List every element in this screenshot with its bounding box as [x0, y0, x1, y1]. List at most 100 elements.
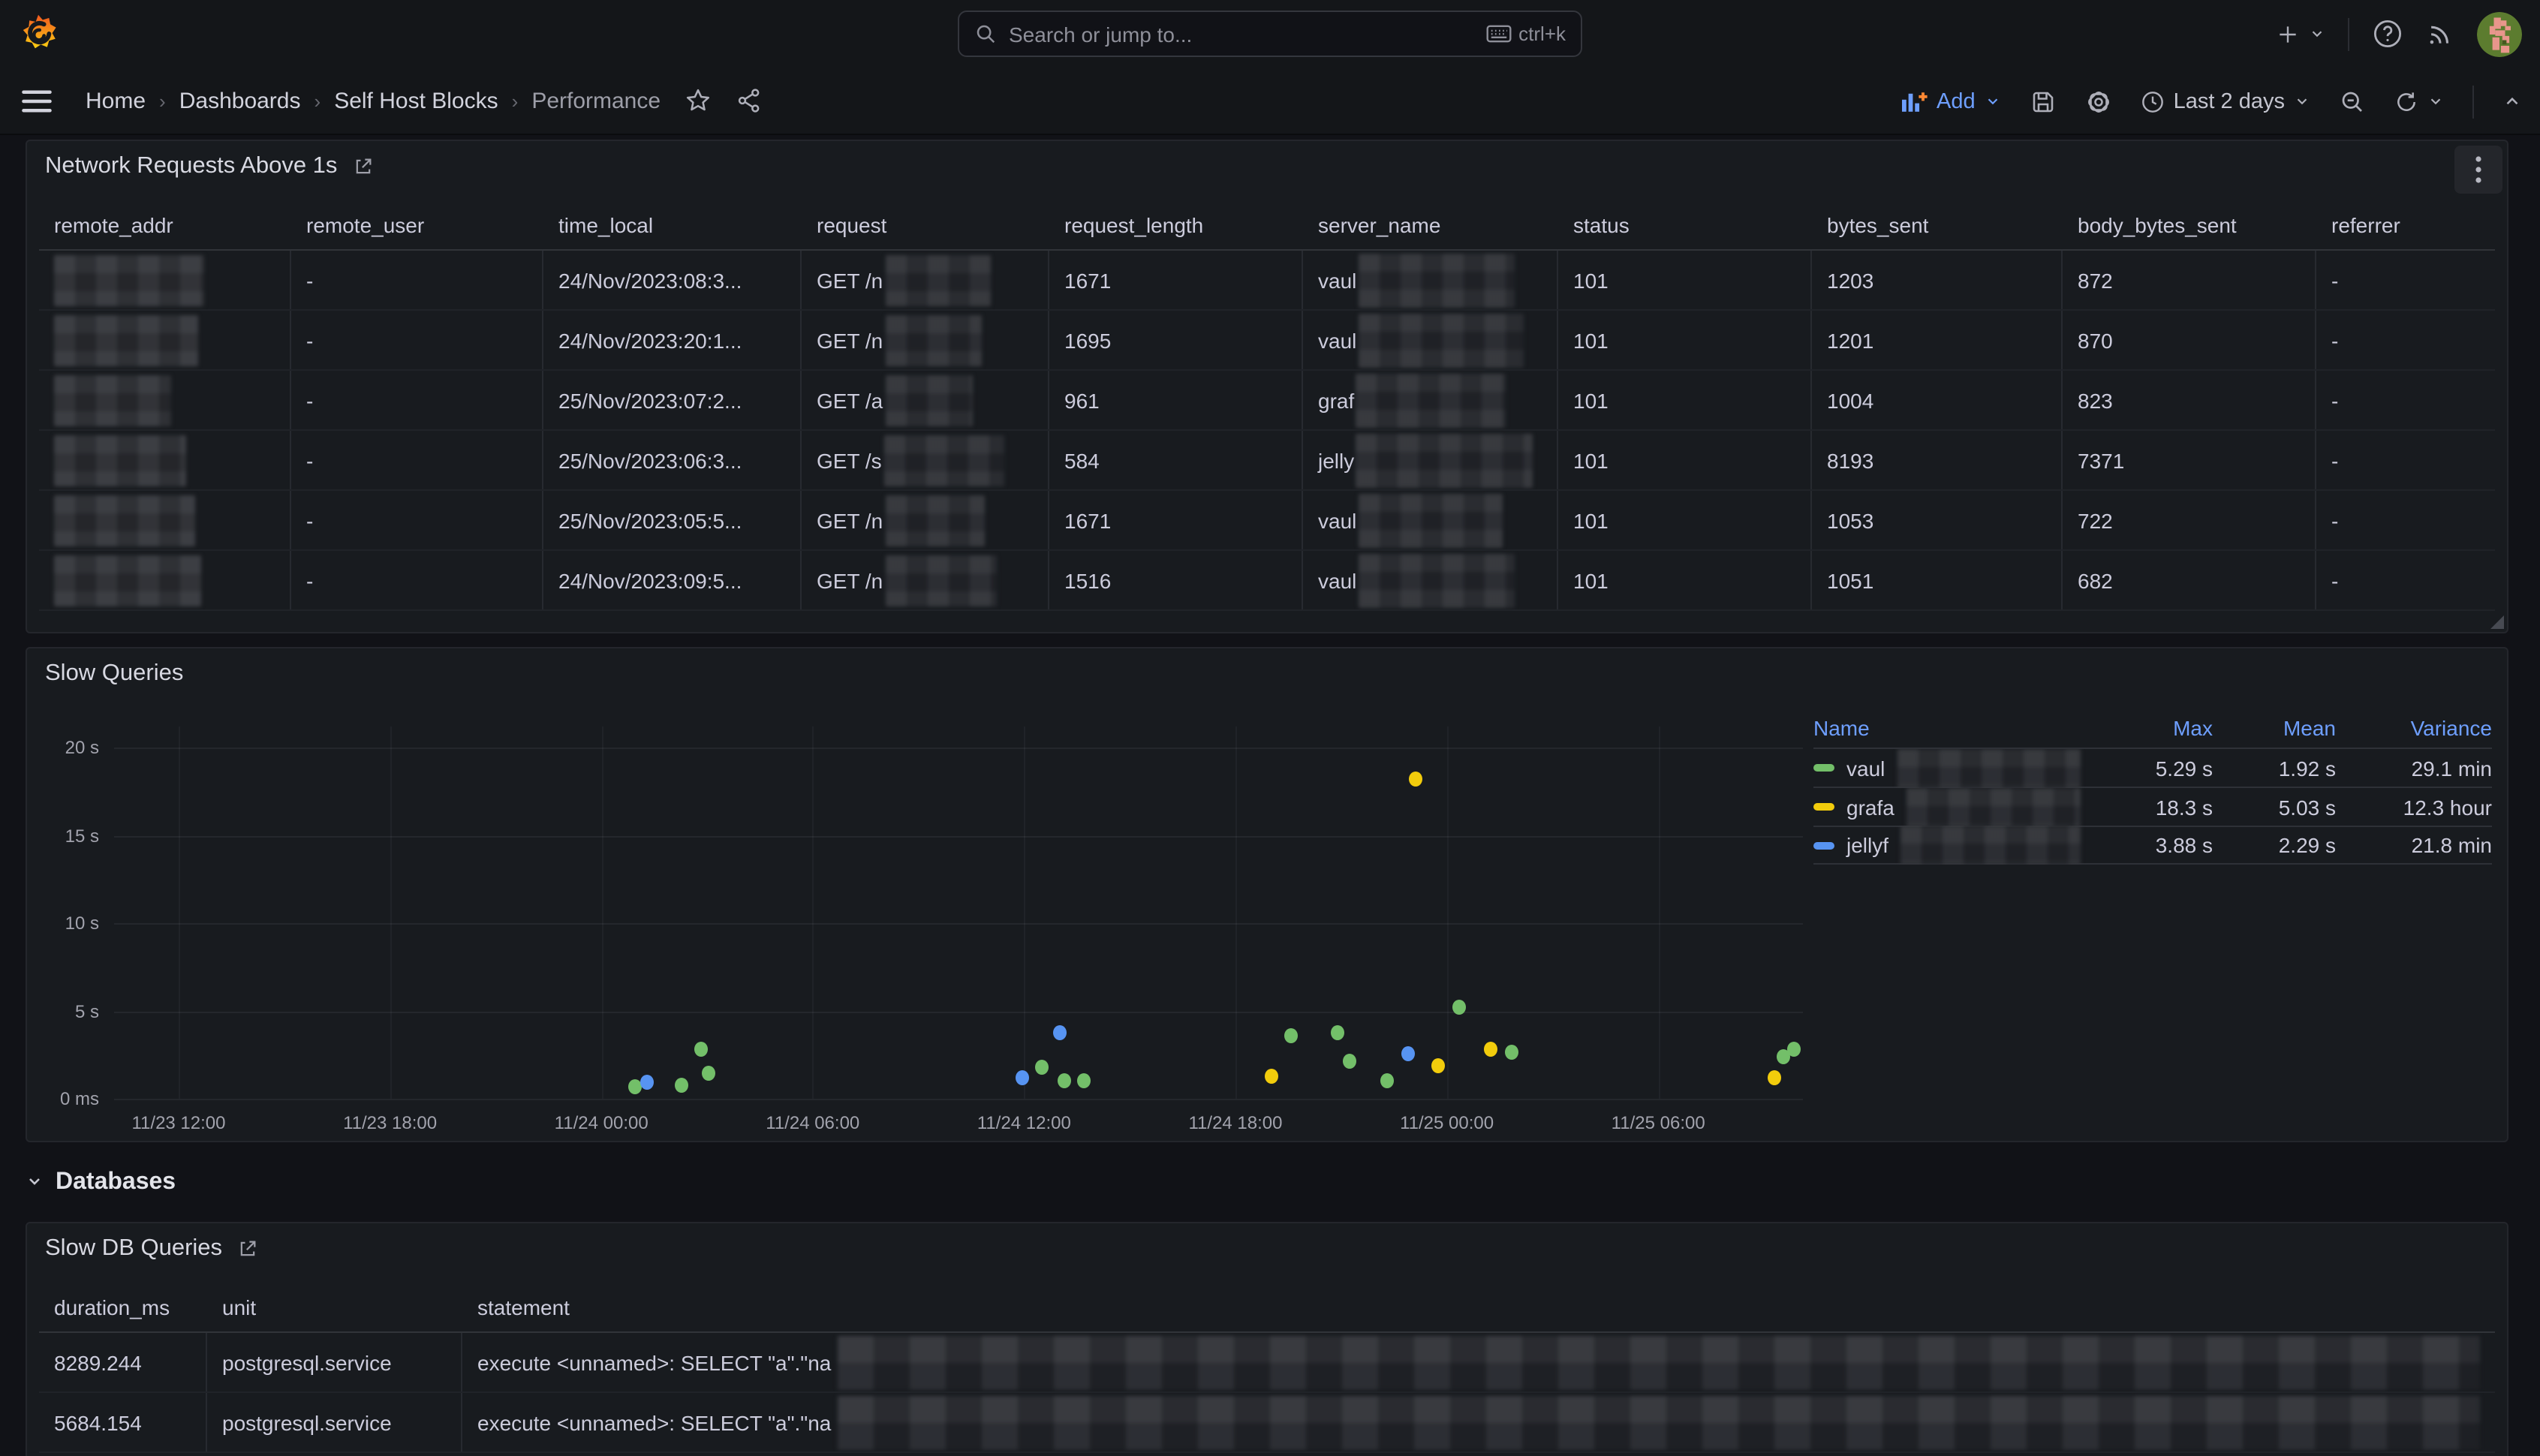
- column-header-referrer[interactable]: referrer: [2316, 201, 2495, 249]
- request-prefix: GET /n: [817, 508, 883, 532]
- column-header-body_bytes_sent[interactable]: body_bytes_sent: [2063, 201, 2316, 249]
- column-header-time_local[interactable]: time_local: [543, 201, 802, 249]
- save-dashboard-button[interactable]: [2030, 88, 2057, 115]
- add-panel-button[interactable]: Add: [1900, 89, 2001, 113]
- external-link-icon[interactable]: [237, 1238, 258, 1259]
- table-header-row: duration_msunitstatement: [39, 1283, 2495, 1333]
- legend-name-prefix: vaul: [1846, 756, 1885, 780]
- panel-title[interactable]: Network Requests Above 1s: [45, 153, 337, 180]
- cell-unit: postgresql.service: [207, 1393, 462, 1451]
- top-nav-bar: ctrl+k: [0, 0, 2540, 68]
- panel-network-requests: Network Requests Above 1s remote_addrrem…: [26, 140, 2508, 633]
- legend-sort-max[interactable]: Max: [2096, 716, 2213, 740]
- menu-toggle-button[interactable]: [21, 88, 53, 113]
- legend-color-chip: [1813, 803, 1834, 811]
- legend-max-value: 5.29 s: [2096, 756, 2213, 780]
- star-button[interactable]: [685, 87, 712, 114]
- dashboard-settings-button[interactable]: [2085, 88, 2112, 115]
- x-gridline: [1658, 726, 1660, 1099]
- cell-body-bytes-sent: 722: [2063, 491, 2316, 549]
- column-header-remote_addr[interactable]: remote_addr: [39, 201, 291, 249]
- table-row: 8289.244postgresql.serviceexecute <unnam…: [39, 1333, 2495, 1393]
- help-button[interactable]: [2372, 18, 2403, 50]
- external-link-icon[interactable]: [352, 156, 373, 177]
- cell-bytes-sent: 1201: [1812, 311, 2063, 369]
- legend-series-name[interactable]: jellyf: [1813, 826, 2096, 865]
- redacted-value: [1356, 433, 1533, 487]
- scatter-point-vault: [1332, 1024, 1345, 1039]
- news-rss-button[interactable]: [2426, 20, 2454, 48]
- y-axis-tick-label: 5 s: [75, 1000, 99, 1021]
- scatter-point-grafana: [1432, 1059, 1446, 1074]
- scatter-point-jellyfin: [1401, 1045, 1415, 1060]
- scatter-point-vault: [1343, 1054, 1356, 1069]
- breadcrumb-item-self-host-blocks[interactable]: Self Host Blocks: [334, 88, 498, 113]
- column-header-bytes_sent[interactable]: bytes_sent: [1812, 201, 2063, 249]
- redacted-value: [1358, 253, 1514, 307]
- legend-sort-variance[interactable]: Variance: [2336, 716, 2492, 740]
- cell-unit: postgresql.service: [207, 1333, 462, 1391]
- cell-request: GET /a: [802, 371, 1049, 429]
- scatter-point-grafana: [1484, 1042, 1497, 1057]
- grafana-app: ctrl+k: [0, 0, 2540, 1456]
- table-row: 5684.154postgresql.service execute <unnam…: [39, 1393, 2495, 1453]
- chevron-down-icon: [2309, 26, 2325, 42]
- cell-referrer: -: [2316, 551, 2495, 609]
- kebab-icon: [2475, 156, 2481, 183]
- legend-sort-name[interactable]: Name: [1813, 716, 1870, 740]
- chevron-down-icon: [2294, 93, 2310, 110]
- panel-title[interactable]: Slow Queries: [45, 660, 183, 687]
- legend-series-name[interactable]: vaul: [1813, 748, 2096, 787]
- network-requests-table: remote_addrremote_usertime_localrequestr…: [39, 201, 2495, 611]
- column-header-statement[interactable]: statement: [462, 1283, 2495, 1331]
- breadcrumb-item-home[interactable]: Home: [86, 88, 146, 113]
- time-range-picker[interactable]: Last 2 days: [2141, 89, 2310, 113]
- refresh-button[interactable]: [2394, 89, 2444, 113]
- divider: [2348, 17, 2349, 50]
- legend-row: jellyf3.88 s2.29 s21.8 min: [1813, 826, 2492, 865]
- new-button[interactable]: [2276, 22, 2325, 46]
- scatter-point-vault: [1035, 1060, 1049, 1075]
- column-header-duration_ms[interactable]: duration_ms: [39, 1283, 207, 1331]
- cell-status: 101: [1558, 371, 1812, 429]
- cell-server-name: vaul: [1303, 491, 1558, 549]
- grafana-logo-icon[interactable]: [18, 14, 59, 54]
- legend-series-name[interactable]: grafa: [1813, 787, 2096, 826]
- user-avatar[interactable]: [2477, 11, 2522, 56]
- cell-time-local: 25/Nov/2023:06:3...: [543, 431, 802, 489]
- legend-sort-mean[interactable]: Mean: [2213, 716, 2336, 740]
- breadcrumb-item-performance[interactable]: Performance: [531, 88, 661, 113]
- redacted-value: [1358, 313, 1523, 367]
- redacted-value: [886, 314, 982, 366]
- column-header-request_length[interactable]: request_length: [1049, 201, 1303, 249]
- legend-name-prefix: jellyf: [1846, 833, 1888, 857]
- cell-remote-addr: [39, 371, 291, 429]
- scatter-point-vault: [1505, 1044, 1518, 1059]
- search-input[interactable]: [1009, 22, 1473, 46]
- table-row: -24/Nov/2023:08:3...GET /n1671vaul101120…: [39, 251, 2495, 311]
- column-header-remote_user[interactable]: remote_user: [291, 201, 543, 249]
- y-axis-tick-label: 10 s: [65, 913, 99, 934]
- scatter-point-grafana: [1409, 771, 1422, 786]
- breadcrumb-item-dashboards[interactable]: Dashboards: [179, 88, 301, 113]
- zoom-out-time-button[interactable]: [2339, 88, 2366, 115]
- cell-server-name: vaul: [1303, 311, 1558, 369]
- column-header-server_name[interactable]: server_name: [1303, 201, 1558, 249]
- column-header-request[interactable]: request: [802, 201, 1049, 249]
- cell-bytes-sent: 1053: [1812, 491, 2063, 549]
- panel-menu-button[interactable]: [2454, 146, 2502, 194]
- column-header-unit[interactable]: unit: [207, 1283, 462, 1331]
- panel-resize-handle[interactable]: [2490, 615, 2504, 629]
- table-row: -25/Nov/2023:06:3...GET /s584jelly101819…: [39, 431, 2495, 491]
- row-databases[interactable]: Databases: [26, 1169, 176, 1196]
- cell-duration-ms: 5684.154: [39, 1393, 207, 1451]
- table-row: -25/Nov/2023:07:2...GET /a961graf1011004…: [39, 371, 2495, 431]
- collapse-toolbar-button[interactable]: [2502, 92, 2522, 111]
- cell-status: 101: [1558, 431, 1812, 489]
- panel-title[interactable]: Slow DB Queries: [45, 1235, 222, 1262]
- column-header-status[interactable]: status: [1558, 201, 1812, 249]
- statement-prefix: execute <unnamed>: SELECT "a"."na: [477, 1410, 831, 1434]
- share-button[interactable]: [736, 87, 763, 114]
- global-search[interactable]: ctrl+k: [958, 11, 1582, 57]
- legend-variance-value: 21.8 min: [2336, 833, 2492, 857]
